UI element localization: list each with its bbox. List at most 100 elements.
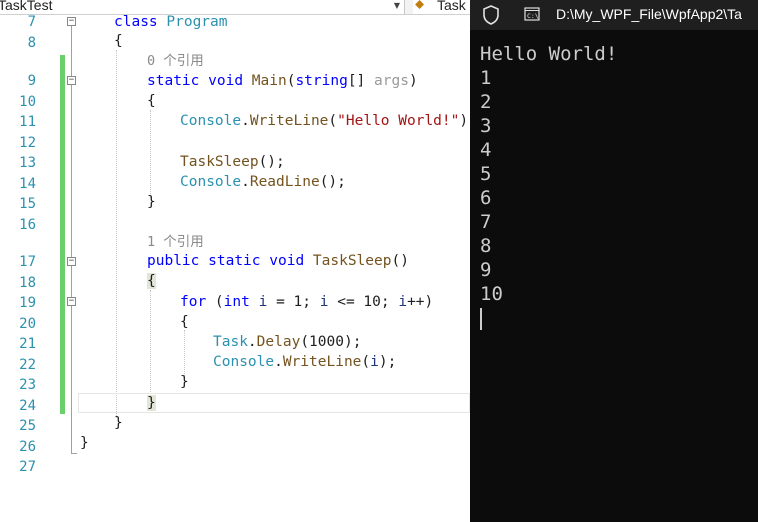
type-name: Console: [213, 354, 275, 370]
console-app-icon: C:\: [524, 7, 540, 21]
console-titlebar[interactable]: C:\ D:\My_WPF_File\WpfApp2\Ta: [470, 0, 758, 30]
code-line-20[interactable]: {: [180, 312, 189, 332]
line-number: 21: [19, 336, 36, 352]
console-output: Hello World! 1 2 3 4 5 6 7 8 9 10: [480, 42, 617, 330]
class-icon: ⬥: [415, 0, 425, 12]
outline-line: [71, 23, 72, 453]
codelens-references[interactable]: 0 个引用: [147, 51, 204, 71]
method-name: Delay: [256, 334, 301, 350]
console-output-line: 4: [480, 139, 492, 161]
method-name: WriteLine: [249, 113, 329, 129]
method-name: TaskSleep: [180, 154, 259, 170]
collapse-icon[interactable]: −: [67, 76, 76, 85]
line-number: 11: [19, 114, 36, 130]
console-output-line: Hello World!: [480, 43, 618, 65]
console-output-line: 9: [480, 259, 492, 281]
type-dropdown-label: Task: [437, 0, 466, 13]
code-line-19[interactable]: for (int i = 1; i <= 10; i++): [180, 292, 433, 312]
code-editor[interactable]: TaskTest ▼ ⬥ Task 7 8 9 10 11 12 13 14 1…: [0, 0, 470, 522]
code-line-9[interactable]: static void Main(string[] args): [147, 71, 418, 91]
type-dropdown[interactable]: ⬥ Task: [413, 0, 470, 14]
line-number: 14: [19, 176, 36, 192]
method-name: Main: [251, 73, 287, 89]
console-output-line: 6: [480, 187, 492, 209]
class-name: Program: [166, 14, 228, 30]
number-literal: 1: [293, 294, 303, 310]
code-line-26[interactable]: }: [80, 433, 89, 453]
variable: i: [258, 294, 268, 310]
code-line-24[interactable]: }: [147, 393, 156, 413]
svg-text:C:\: C:\: [527, 12, 539, 20]
parameter: args: [374, 73, 409, 89]
console-output-line: 2: [480, 91, 492, 113]
code-line-13[interactable]: TaskSleep();: [180, 152, 285, 172]
console-output-line: 10: [480, 283, 503, 305]
line-number: 26: [19, 439, 36, 455]
line-number: 19: [19, 295, 36, 311]
method-name: WriteLine: [282, 354, 362, 370]
line-number: 12: [19, 135, 36, 151]
console-output-line: 5: [480, 163, 492, 185]
line-number: 20: [19, 316, 36, 332]
code-line-7[interactable]: class Program: [114, 12, 228, 32]
console-output-line: 1: [480, 67, 492, 89]
keyword: string: [295, 73, 348, 89]
code-line-23[interactable]: }: [180, 372, 189, 392]
keyword: public: [147, 253, 200, 269]
keyword: int: [223, 294, 250, 310]
code-line-18[interactable]: {: [147, 271, 156, 291]
keyword: void: [208, 73, 244, 89]
keyword: for: [180, 294, 207, 310]
collapse-icon[interactable]: −: [67, 297, 76, 306]
console-window[interactable]: C:\ D:\My_WPF_File\WpfApp2\Ta Hello Worl…: [470, 0, 758, 522]
line-number: 7: [27, 14, 36, 30]
code-line-22[interactable]: Console.WriteLine(i);: [213, 352, 396, 372]
type-name: Console: [180, 174, 242, 190]
code-line-11[interactable]: Console.WriteLine("Hello World!");: [180, 111, 470, 131]
code-line-17[interactable]: public static void TaskSleep(): [147, 251, 409, 271]
line-number: 27: [19, 459, 36, 475]
number-literal: 1000: [309, 334, 344, 350]
indent-guide: [150, 110, 151, 198]
line-number: 15: [19, 196, 36, 212]
line-number: 22: [19, 357, 36, 373]
chevron-down-icon[interactable]: ▼: [394, 1, 400, 10]
keyword: void: [269, 253, 305, 269]
editor-navigation-bar: TaskTest ▼ ⬥ Task: [0, 0, 470, 15]
variable: i: [398, 294, 408, 310]
code-line-14[interactable]: Console.ReadLine();: [180, 172, 346, 192]
text-cursor: [480, 308, 482, 330]
line-number: 10: [19, 94, 36, 110]
type-name: Task: [213, 334, 248, 350]
keyword: static: [147, 73, 200, 89]
indent-guide: [116, 50, 117, 418]
line-number: 16: [19, 217, 36, 233]
code-line-15[interactable]: }: [147, 192, 156, 212]
code-line-21[interactable]: Task.Delay(1000);: [213, 332, 361, 352]
codelens-references[interactable]: 1 个引用: [147, 232, 204, 252]
code-line-8[interactable]: {: [114, 31, 123, 51]
variable: i: [370, 354, 379, 370]
line-number: 13: [19, 155, 36, 171]
collapse-icon[interactable]: −: [67, 17, 76, 26]
line-number: 8: [27, 35, 36, 51]
collapse-icon[interactable]: −: [67, 257, 76, 266]
line-number: 24: [19, 398, 36, 414]
console-output-line: 7: [480, 211, 492, 233]
line-number: 18: [19, 275, 36, 291]
line-number: 23: [19, 377, 36, 393]
console-output-line: 8: [480, 235, 492, 257]
string-literal: "Hello World!": [337, 113, 460, 129]
change-tracking-bar: [60, 55, 65, 414]
code-line-25[interactable]: }: [114, 413, 123, 433]
keyword: class: [114, 14, 158, 30]
number-literal: 10: [363, 294, 381, 310]
code-line-10[interactable]: {: [147, 91, 156, 111]
console-title-path: D:\My_WPF_File\WpfApp2\Ta: [556, 6, 742, 22]
method-name: TaskSleep: [312, 253, 392, 269]
line-number: 17: [19, 254, 36, 270]
keyword: static: [208, 253, 261, 269]
console-output-line: 3: [480, 115, 492, 137]
method-name: ReadLine: [249, 174, 320, 190]
indent-guide: [150, 290, 151, 398]
